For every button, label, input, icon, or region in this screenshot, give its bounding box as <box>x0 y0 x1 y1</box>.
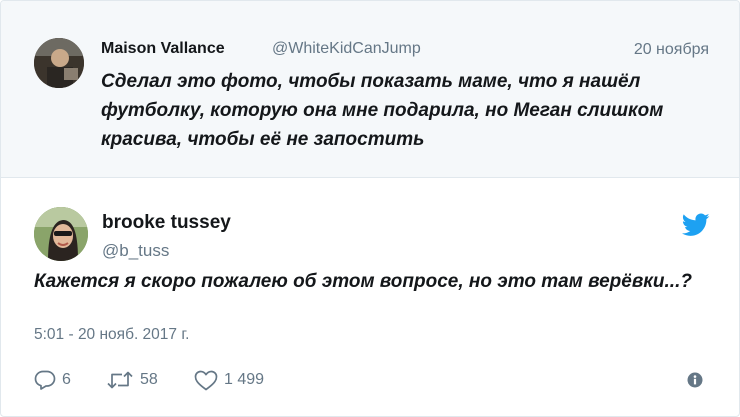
retweet-icon <box>107 371 133 389</box>
info-icon[interactable] <box>687 372 703 388</box>
author-handle[interactable]: @b_tuss <box>102 241 169 261</box>
like-button[interactable]: 1 499 <box>194 369 264 391</box>
quoted-author-handle[interactable]: @WhiteKidCanJump <box>272 40 421 58</box>
tweet-card: Maison Vallance @WhiteKidCanJump 20 нояб… <box>0 0 740 417</box>
quoted-tweet[interactable]: Maison Vallance @WhiteKidCanJump 20 нояб… <box>1 1 739 178</box>
quoted-tweet-text: Сделал это фото, чтобы показать маме, чт… <box>101 71 664 150</box>
reply-count: 6 <box>62 371 71 388</box>
quoted-author-avatar[interactable] <box>34 38 84 88</box>
like-icon <box>194 370 218 390</box>
tweet-text: Кажется я скоро пожалею об этом вопросе,… <box>34 271 692 292</box>
author-name[interactable]: brooke tussey <box>102 212 231 234</box>
reply-icon <box>34 370 56 390</box>
twitter-bird-icon[interactable] <box>682 213 710 237</box>
quoted-author-name[interactable]: Maison Vallance <box>101 40 225 58</box>
quoted-tweet-date[interactable]: 20 ноября <box>634 41 709 59</box>
author-avatar[interactable] <box>34 207 88 261</box>
retweet-button[interactable]: 58 <box>106 369 158 391</box>
tweet-timestamp[interactable]: 5:01 - 20 нояб. 2017 г. <box>34 326 189 344</box>
retweet-count: 58 <box>140 371 158 388</box>
like-count: 1 499 <box>224 371 265 388</box>
reply-button[interactable]: 6 <box>34 369 71 391</box>
